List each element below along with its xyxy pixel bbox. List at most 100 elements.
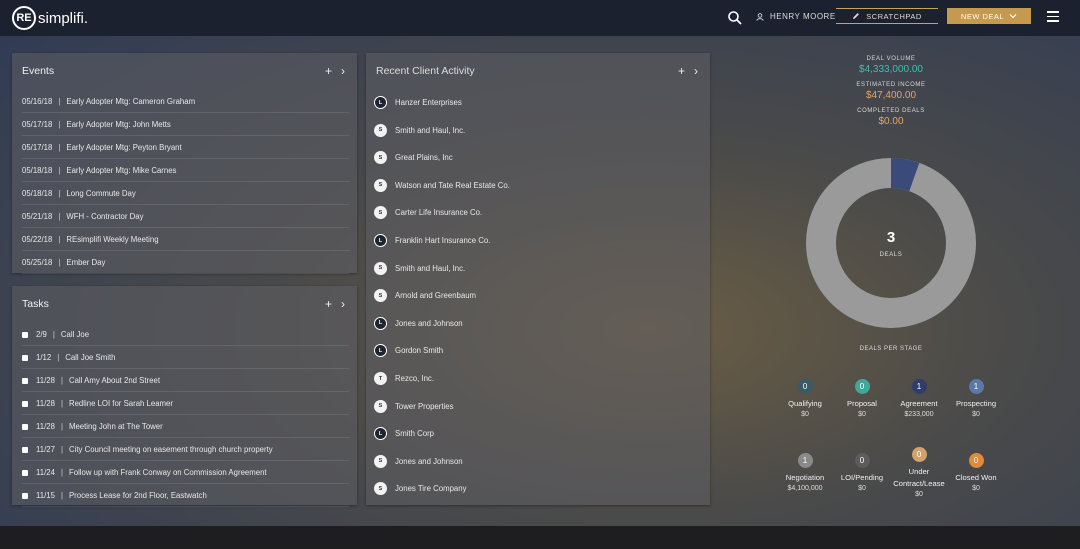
stage-amount: $0 (972, 485, 980, 492)
events-panel: Events + › 05/16/18 | Early Adopter Mtg: C… (12, 53, 357, 274)
client-activity-row[interactable]: S Jones and Johnson (374, 448, 702, 475)
new-deal-label: NEW DEAL (960, 11, 1005, 21)
client-activity-row[interactable]: L Franklin Hart Insurance Co. (374, 227, 702, 254)
top-bar: RE simplifi. HENRY MOORE SCRATCHPAD NEW … (0, 0, 1080, 36)
client-activity-row[interactable]: L Hanzer Enterprises (374, 89, 702, 116)
task-date: 11/28 (36, 422, 55, 431)
client-type-icon: S (374, 123, 387, 137)
tasks-more-icon[interactable]: › (341, 297, 345, 311)
scratchpad-button[interactable]: SCRATCHPAD (836, 8, 938, 24)
task-row[interactable]: 11/28 | Meeting John at The Tower (22, 416, 349, 438)
task-checkbox[interactable] (22, 469, 28, 476)
separator: | (60, 468, 63, 477)
task-title: Redline LOI for Sarah Leamer (68, 399, 173, 408)
client-name: Arnold and Greenbaum (395, 291, 477, 301)
stage-count-badge: 0 (797, 379, 813, 394)
client-name: Smith and Haul, Inc. (395, 263, 466, 273)
event-row[interactable]: 05/22/18 | REsimplifi Weekly Meeting (22, 229, 349, 251)
add-task-icon[interactable]: + (325, 297, 332, 311)
client-activity-row[interactable]: S Arnold and Greenbaum (374, 282, 702, 309)
task-row[interactable]: 11/15 | Process Lease for 2nd Floor, Eastw… (22, 485, 349, 507)
events-header: Events + › (22, 63, 345, 79)
separator: | (60, 376, 63, 385)
task-row[interactable]: 1/12 | Call Joe Smith (22, 347, 349, 369)
new-deal-button[interactable]: NEW DEAL (947, 8, 1031, 24)
event-row[interactable]: 05/25/18 | Ember Day (22, 252, 349, 274)
deal-count: 3 (886, 228, 896, 246)
client-name: Hanzer Enterprises (395, 98, 462, 107)
stage-count-badge: 0 (911, 447, 927, 462)
activity-title: Recent Client Activity (376, 65, 475, 77)
client-activity-row[interactable]: S Carter Life Insurance Co. (374, 199, 702, 226)
event-row[interactable]: 05/17/18 | Early Adopter Mtg: Peyton Bryan… (22, 137, 349, 159)
client-activity-row[interactable]: S Jones Tire Company (374, 475, 702, 502)
event-title: Early Adopter Mtg: John Metts (66, 120, 171, 129)
event-row[interactable]: 05/18/18 | Early Adopter Mtg: Mike Carnes (22, 160, 349, 182)
donut-center: 3 DEALS (804, 156, 978, 330)
client-name: Gordon Smith (395, 346, 444, 356)
task-row[interactable]: 11/24 | Follow up with Frank Conway on Com… (22, 462, 349, 484)
stage-closed-won[interactable]: 0 Closed Won $0 (942, 453, 1010, 494)
task-checkbox[interactable] (22, 446, 28, 453)
app-logo[interactable]: RE simplifi. (12, 6, 88, 30)
client-activity-row[interactable]: S Smith and Haul, Inc. (374, 255, 702, 282)
event-title: Ember Day (66, 258, 106, 267)
client-activity-row[interactable]: S Smith and Haul, Inc. (374, 117, 702, 144)
deals-per-stage-caption: DEALS PER STAGE (859, 346, 923, 352)
client-activity-row[interactable]: T Rezco, Inc. (374, 365, 702, 392)
client-activity-row[interactable]: L Gordon Smith (374, 337, 702, 364)
client-name: Watson and Tate Real Estate Co. (395, 180, 510, 190)
chevron-down-icon (1009, 14, 1017, 19)
task-checkbox[interactable] (22, 492, 28, 499)
client-activity-row[interactable]: S Great Plains, Inc (374, 144, 702, 171)
add-activity-icon[interactable]: + (678, 64, 685, 78)
client-activity-row[interactable]: S Watson and Tate Real Estate Co. (374, 172, 702, 199)
event-row[interactable]: 05/21/18 | WFH - Contractor Day (22, 206, 349, 228)
task-checkbox[interactable] (22, 354, 28, 361)
stage-count-badge: 1 (797, 453, 813, 468)
logo-mark: RE (12, 6, 36, 30)
event-row[interactable]: 05/16/18 | Early Adopter Mtg: Cameron Grah… (22, 91, 349, 113)
task-date: 1/12 (36, 353, 52, 362)
task-row[interactable]: 11/27 | City Council meeting on easement t… (22, 439, 349, 461)
task-date: 11/28 (36, 376, 55, 385)
client-name: Rezco, Inc. (395, 374, 434, 383)
task-checkbox[interactable] (22, 331, 28, 338)
task-row[interactable]: 11/28 | Call Amy About 2nd Street (22, 370, 349, 392)
task-row[interactable]: 2/9 | Call Joe (22, 324, 349, 346)
completed-deals-value: $0.00 (878, 116, 904, 127)
event-row[interactable]: 05/18/18 | Long Commute Day (22, 183, 349, 205)
client-type-icon: S (374, 261, 387, 275)
separator: | (60, 491, 63, 500)
event-date: 05/16/18 (22, 97, 53, 106)
user-icon (756, 12, 764, 21)
task-checkbox[interactable] (22, 400, 28, 407)
stage-amount: $0 (972, 411, 980, 418)
task-row[interactable]: 11/28 | Redline LOI for Sarah Leamer (22, 393, 349, 415)
client-name: Jones and Johnson (395, 456, 463, 466)
client-activity-row[interactable]: S Tower Properties (374, 393, 702, 420)
client-activity-row[interactable]: L Smith Corp (374, 420, 702, 447)
event-date: 05/18/18 (22, 189, 53, 198)
stage-name: Closed Won (955, 473, 997, 482)
stage-count-badge: 1 (968, 379, 984, 394)
event-date: 05/18/18 (22, 166, 53, 175)
task-title: Follow up with Frank Conway on Commissio… (68, 468, 267, 477)
client-type-icon: S (374, 399, 387, 413)
event-title: Early Adopter Mtg: Mike Carnes (66, 166, 177, 175)
client-activity-row[interactable]: L Jones and Johnson (374, 310, 702, 337)
menu-icon[interactable] (1047, 11, 1059, 23)
stage-prospecting[interactable]: 1 Prospecting $0 (942, 379, 1010, 420)
events-more-icon[interactable]: › (341, 64, 345, 78)
task-date: 11/27 (36, 445, 55, 454)
activity-more-icon[interactable]: › (694, 64, 698, 78)
task-checkbox[interactable] (22, 377, 28, 384)
search-icon[interactable] (727, 10, 743, 26)
task-title: Call Amy About 2nd Street (68, 376, 160, 385)
event-row[interactable]: 05/17/18 | Early Adopter Mtg: John Metts (22, 114, 349, 136)
separator: | (58, 120, 61, 129)
estimated-income-label: ESTIMATED INCOME (856, 82, 926, 88)
user-menu[interactable]: HENRY MOORE (756, 12, 836, 21)
add-event-icon[interactable]: + (325, 64, 332, 78)
task-checkbox[interactable] (22, 423, 28, 430)
